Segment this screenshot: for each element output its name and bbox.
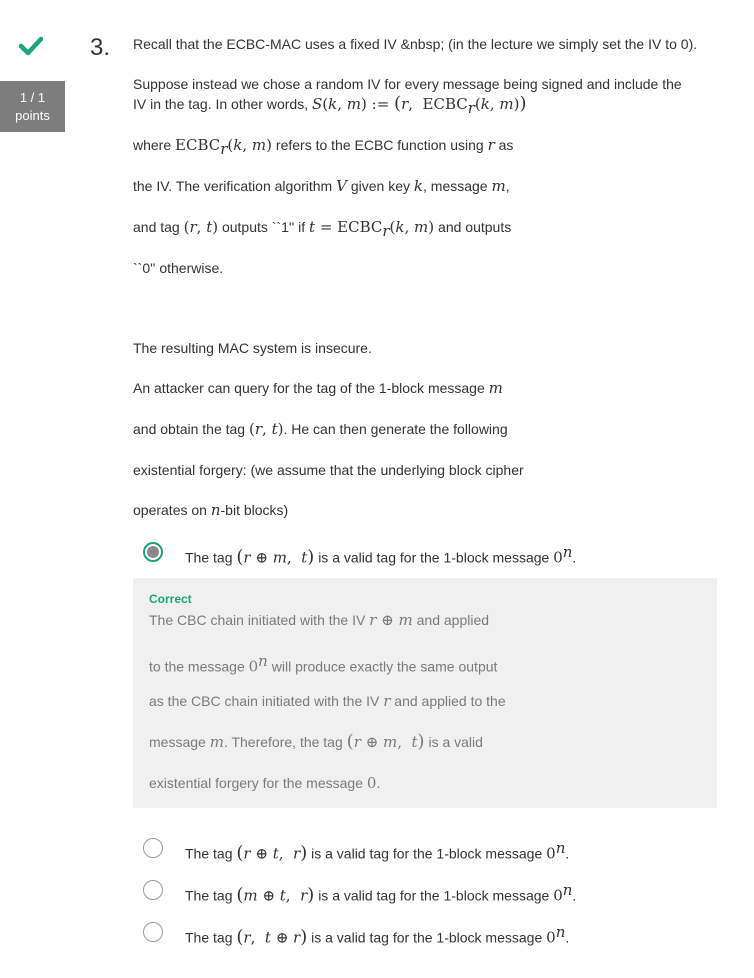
score-badge: 1 / 1 points (0, 81, 65, 132)
feedback-panel: Correct The CBC chain initiated with the… (133, 578, 717, 808)
option-label-4[interactable]: The tag (r, t ⊕ r) is a valid tag for th… (185, 922, 569, 948)
option-radio-2[interactable] (143, 838, 163, 858)
checkmark-icon (19, 36, 43, 56)
feedback-correct-label: Correct (149, 592, 192, 606)
prompt-line: and obtain the tag (r, t). He can then g… (133, 420, 508, 438)
prompt-line: Recall that the ECBC-MAC uses a fixed IV… (133, 36, 698, 52)
feedback-line: as the CBC chain initiated with the IV r… (149, 692, 506, 710)
prompt-line: where ECBCr(k, m) refers to the ECBC fun… (133, 136, 514, 158)
option-radio-4[interactable] (143, 922, 163, 942)
prompt-line: operates on n-bit blocks) (133, 501, 289, 519)
feedback-line: to the message 0n will produce exactly t… (149, 652, 498, 676)
score-unit: points (15, 108, 50, 123)
question-number: 3. (90, 34, 111, 61)
prompt-line: IV in the tag. In other words, S(k, m) :… (133, 93, 527, 117)
prompt-line: the IV. The verification algorithm V giv… (133, 177, 510, 195)
option-radio-3[interactable] (143, 880, 163, 900)
prompt-line: Suppose instead we chose a random IV for… (133, 76, 682, 92)
option-label-2[interactable]: The tag (r ⊕ t, r) is a valid tag for th… (185, 838, 569, 864)
option-label-1[interactable]: The tag (r ⊕ m, t) is a valid tag for th… (185, 542, 576, 568)
feedback-line: The CBC chain initiated with the IV r ⊕ … (149, 611, 490, 629)
prompt-line: An attacker can query for the tag of the… (133, 379, 503, 397)
prompt-line: existential forgery: (we assume that the… (133, 462, 524, 478)
prompt-line: The resulting MAC system is insecure. (133, 340, 372, 356)
feedback-line: existential forgery for the message 0. (149, 774, 381, 792)
option-label-3[interactable]: The tag (m ⊕ t, r) is a valid tag for th… (185, 880, 576, 906)
prompt-line: and tag (r, t) outputs ``1'' if t = ECBC… (133, 218, 512, 240)
option-radio-1[interactable] (143, 542, 163, 562)
prompt-line: ``0'' otherwise. (133, 260, 224, 276)
feedback-line: message m. Therefore, the tag (r ⊕ m, t)… (149, 731, 483, 752)
score-value: 1 / 1 (19, 90, 46, 105)
